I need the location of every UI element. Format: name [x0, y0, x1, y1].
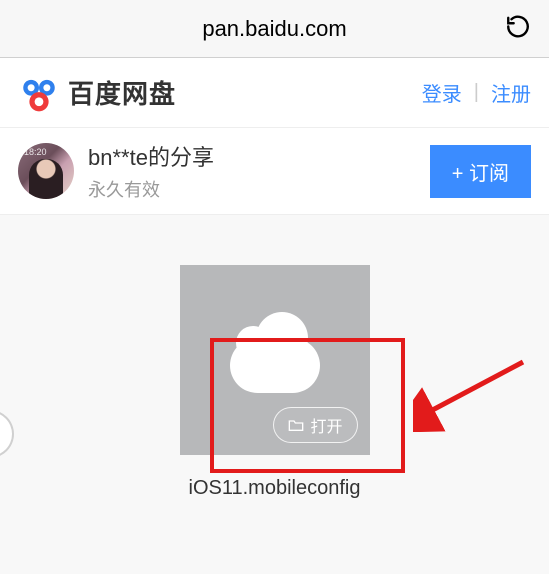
header-actions: 登录 | 注册 — [422, 78, 531, 107]
share-validity: 永久有效 — [88, 176, 214, 202]
brand-name: 百度网盘 — [68, 74, 176, 111]
register-link[interactable]: 注册 — [491, 78, 531, 107]
cloud-icon — [230, 338, 320, 393]
baidu-pan-logo-icon — [18, 72, 60, 114]
refresh-icon[interactable] — [505, 13, 531, 44]
share-title: bn**te的分享 — [88, 140, 214, 172]
open-label: 打开 — [310, 413, 342, 437]
login-link[interactable]: 登录 — [422, 78, 462, 107]
file-thumbnail[interactable]: 打开 — [180, 265, 370, 455]
folder-icon — [288, 418, 304, 432]
subscribe-button[interactable]: + 订阅 — [430, 145, 531, 198]
share-info-row: bn**te的分享 永久有效 + 订阅 — [0, 128, 549, 215]
content-area: 打开 iOS11.mobileconfig — [0, 215, 549, 500]
separator: | — [474, 81, 479, 104]
file-name: iOS11.mobileconfig — [189, 477, 361, 500]
browser-address-bar: pan.baidu.com — [0, 0, 549, 58]
url-text: pan.baidu.com — [202, 16, 346, 42]
app-header: 百度网盘 登录 | 注册 — [0, 58, 549, 128]
share-info: bn**te的分享 永久有效 — [88, 140, 214, 202]
open-button[interactable]: 打开 — [273, 407, 357, 443]
avatar[interactable] — [18, 143, 74, 199]
brand-logo[interactable]: 百度网盘 — [18, 72, 176, 114]
